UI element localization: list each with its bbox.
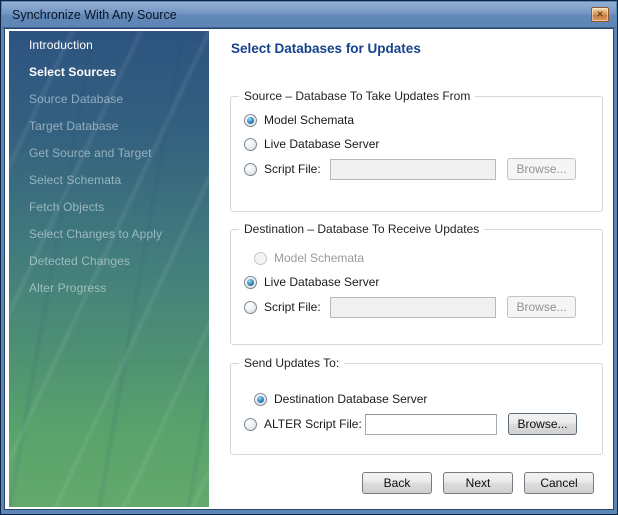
dialog-window: Synchronize With Any Source ✕ Introducti… — [0, 0, 618, 515]
source-script-file-input — [330, 159, 496, 180]
destination-script-file-input — [330, 297, 496, 318]
group-source: Source – Database To Take Updates From M… — [230, 96, 603, 212]
radio-source-model-schemata[interactable] — [244, 114, 257, 127]
group-send-updates-to: Send Updates To: Destination Database Se… — [230, 363, 603, 455]
sidebar-item-select-sources: Select Sources — [9, 58, 209, 85]
sidebar-item-get-source-and-target: Get Source and Target — [9, 139, 209, 166]
sidebar-item-select-changes-to-apply: Select Changes to Apply — [9, 220, 209, 247]
radio-destination-database-server[interactable] — [254, 393, 267, 406]
sidebar-item-select-schemata: Select Schemata — [9, 166, 209, 193]
main-panel: Select Databases for Updates Source – Da… — [209, 31, 611, 507]
cancel-button[interactable]: Cancel — [524, 472, 594, 494]
window-title: Synchronize With Any Source — [12, 2, 177, 28]
radio-source-live-database-server[interactable] — [244, 138, 257, 151]
next-button[interactable]: Next — [443, 472, 513, 494]
wizard-step-list: Introduction Select Sources Source Datab… — [9, 31, 209, 301]
wizard-steps-sidebar: Introduction Select Sources Source Datab… — [9, 31, 209, 507]
option-alter-script-file: ALTER Script File: Browse... — [231, 411, 602, 437]
back-button[interactable]: Back — [362, 472, 432, 494]
sidebar-item-fetch-objects: Fetch Objects — [9, 193, 209, 220]
radio-destination-live-database-server[interactable] — [244, 276, 257, 289]
option-destination-model-schemata: Model Schemata — [231, 246, 602, 270]
alter-script-file-input[interactable] — [365, 414, 497, 435]
source-browse-button: Browse... — [507, 158, 576, 180]
sidebar-item-source-database: Source Database — [9, 85, 209, 112]
page-title: Select Databases for Updates — [231, 41, 611, 56]
dialog-body: Introduction Select Sources Source Datab… — [4, 28, 614, 510]
radio-alter-script-file[interactable] — [244, 418, 257, 431]
sidebar-item-target-database: Target Database — [9, 112, 209, 139]
radio-destination-script-file[interactable] — [244, 301, 257, 314]
radio-destination-model-schemata — [254, 252, 267, 265]
option-destination-script-file: Script File: Browse... — [231, 294, 602, 320]
destination-browse-button: Browse... — [507, 296, 576, 318]
close-icon[interactable]: ✕ — [591, 7, 609, 22]
sidebar-item-alter-progress: Alter Progress — [9, 274, 209, 301]
option-source-live-database-server[interactable]: Live Database Server — [231, 132, 602, 156]
radio-source-script-file[interactable] — [244, 163, 257, 176]
alter-browse-button[interactable]: Browse... — [508, 413, 577, 435]
group-source-title: Source – Database To Take Updates From — [239, 89, 475, 103]
group-destination: Destination – Database To Receive Update… — [230, 229, 603, 345]
sidebar-item-introduction: Introduction — [9, 31, 209, 58]
group-send-updates-title: Send Updates To: — [239, 356, 344, 370]
option-destination-live-database-server[interactable]: Live Database Server — [231, 270, 602, 294]
footer-button-row: Back Next Cancel — [362, 472, 594, 494]
title-bar[interactable]: Synchronize With Any Source ✕ — [2, 2, 616, 28]
option-source-script-file: Script File: Browse... — [231, 156, 602, 182]
option-destination-database-server[interactable]: Destination Database Server — [231, 387, 602, 411]
group-destination-title: Destination – Database To Receive Update… — [239, 222, 484, 236]
option-source-model-schemata[interactable]: Model Schemata — [231, 108, 602, 132]
sidebar-item-detected-changes: Detected Changes — [9, 247, 209, 274]
